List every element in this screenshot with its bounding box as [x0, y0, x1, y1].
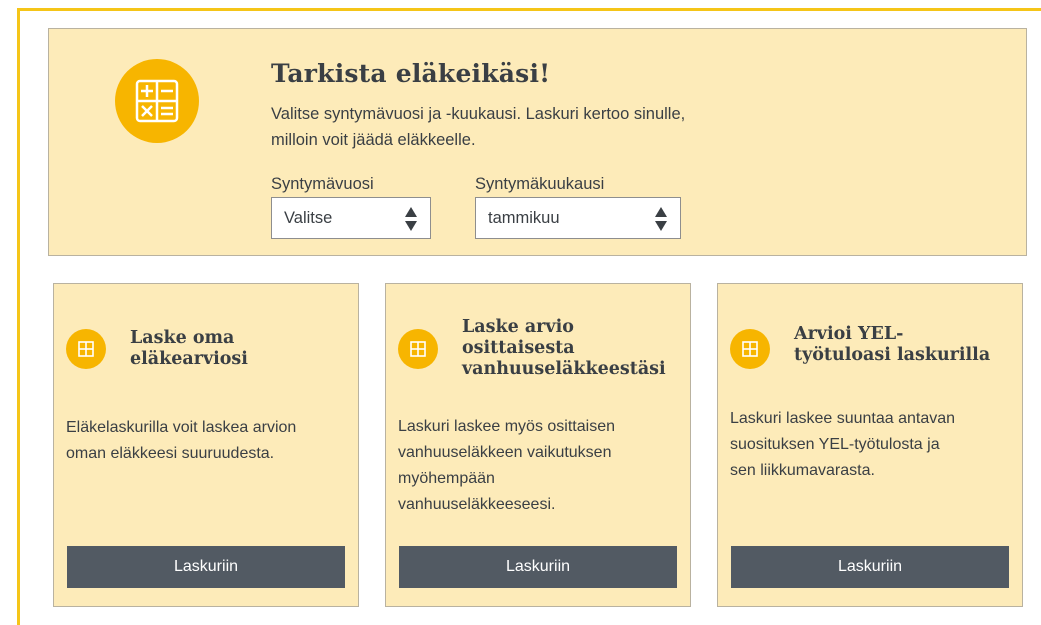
- frame-left-border: [17, 8, 20, 625]
- card-description: Eläkelaskurilla voit laskea arvion oman …: [66, 419, 297, 462]
- card-title: Arvioi YEL- työtuloasi laskurilla: [794, 324, 991, 365]
- frame-top-border: [17, 8, 1041, 11]
- calculator-icon: [398, 329, 438, 369]
- calculator-card-partial-pension: Laske arvio osittaisesta vanhuuseläkkees…: [385, 283, 691, 607]
- calculator-icon: [730, 329, 770, 369]
- to-calculator-button[interactable]: Laskuriin: [731, 546, 1009, 588]
- card-description: Laskuri laskee suuntaa antavan suosituks…: [730, 410, 956, 479]
- calculator-icon: [115, 59, 199, 143]
- page-title: Tarkista eläkeikäsi!: [271, 59, 551, 88]
- select-arrows-icon: [655, 207, 667, 231]
- birth-month-value: tammikuu: [488, 209, 560, 227]
- birth-month-label: Syntymäkuukausi: [475, 175, 605, 193]
- calculator-card-pension-estimate: Laske oma eläkearviosi Eläkelaskurilla v…: [53, 283, 359, 607]
- calculator-card-yel-income: Arvioi YEL- työtuloasi laskurilla Laskur…: [717, 283, 1023, 607]
- hero-description: Valitse syntymävuosi ja -kuukausi. Lasku…: [271, 105, 686, 149]
- to-calculator-button[interactable]: Laskuriin: [67, 546, 345, 588]
- calculator-icon: [66, 329, 106, 369]
- birth-year-label: Syntymävuosi: [271, 175, 374, 193]
- card-title: Laske oma eläkearviosi: [130, 328, 248, 369]
- birth-year-select[interactable]: Valitse: [271, 197, 431, 239]
- birth-month-select[interactable]: tammikuu: [475, 197, 681, 239]
- card-description: Laskuri laskee myös osittaisen vanhuusel…: [398, 418, 615, 513]
- to-calculator-button[interactable]: Laskuriin: [399, 546, 677, 588]
- birth-year-value: Valitse: [284, 209, 333, 227]
- retirement-age-checker: Tarkista eläkeikäsi! Valitse syntymävuos…: [48, 28, 1027, 256]
- select-arrows-icon: [405, 207, 417, 231]
- card-title: Laske arvio osittaisesta vanhuuseläkkees…: [462, 317, 666, 379]
